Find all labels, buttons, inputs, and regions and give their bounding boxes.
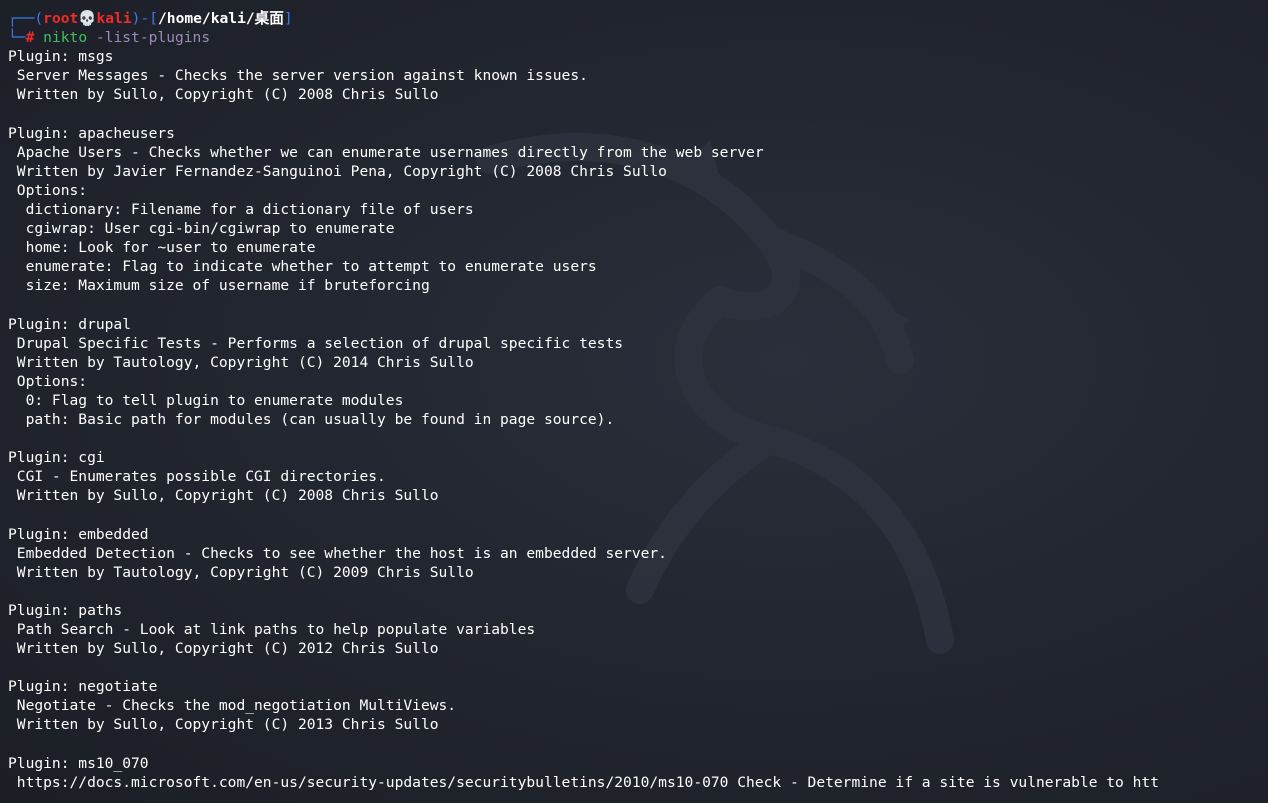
output-line: 0: Flag to tell plugin to enumerate modu…	[8, 391, 404, 409]
output-line: Plugin: msgs	[8, 48, 114, 66]
output-line: Written by Tautology, Copyright (C) 2009…	[8, 563, 474, 581]
output-line: dictionary: Filename for a dictionary fi…	[8, 200, 474, 218]
output-line: Options:	[8, 372, 88, 390]
output-line: Path Search - Look at link paths to help…	[8, 621, 536, 638]
output-line: enumerate: Flag to indicate whether to a…	[8, 258, 597, 276]
output-line: CGI - Enumerates possible CGI directorie…	[8, 468, 386, 486]
terminal-window[interactable]: ┌──(root💀kali)-[/home/kali/桌面] └─# nikto…	[0, 0, 1268, 803]
output-line: Written by Javier Fernandez-Sanguinoi Pe…	[8, 162, 667, 180]
output-line: cgiwrap: User cgi-bin/cgiwrap to enumera…	[8, 220, 395, 238]
output-line: home: Look for ~user to enumerate	[8, 239, 316, 257]
prompt-hash: #	[25, 29, 35, 47]
output-line: Negotiate - Checks the mod_negotiation M…	[8, 697, 457, 715]
output-line: Embedded Detection - Checks to see wheth…	[8, 544, 667, 562]
prompt-user: root	[43, 10, 79, 27]
output-line: Plugin: embedded	[8, 525, 149, 543]
output-line: path: Basic path for modules (can usuall…	[8, 410, 615, 428]
output-line: size: Maximum size of username if brutef…	[8, 277, 430, 295]
prompt-box-bottom: └─	[8, 29, 26, 47]
output-line: Plugin: apacheusers	[8, 124, 175, 142]
prompt-host: kali	[96, 10, 132, 27]
prompt-box-top: ┌──(	[8, 10, 44, 27]
prompt-close-bracket: ]	[283, 10, 293, 27]
output-line: Written by Tautology, Copyright (C) 2014…	[8, 353, 474, 371]
output-line: https://docs.microsoft.com/en-us/securit…	[8, 773, 1159, 791]
output-line: Written by Sullo, Copyright (C) 2008 Chr…	[8, 487, 439, 505]
skull-icon: 💀	[78, 10, 97, 27]
output-line: Written by Sullo, Copyright (C) 2012 Chr…	[8, 640, 439, 658]
prompt-line-2[interactable]: └─# nikto -list-plugins	[8, 28, 1268, 47]
terminal-output: ┌──(root💀kali)-[/home/kali/桌面] └─# nikto…	[8, 9, 1268, 792]
output-line: Written by Sullo, Copyright (C) 2008 Chr…	[8, 86, 439, 104]
output-line: Server Messages - Checks the server vers…	[8, 67, 588, 85]
plugin-list-output: Plugin: msgs Server Messages - Checks th…	[8, 47, 1268, 792]
output-line: Plugin: drupal	[8, 315, 132, 333]
command-option: -list-plugins	[95, 29, 211, 47]
output-line: Written by Sullo, Copyright (C) 2013 Chr…	[8, 716, 439, 734]
prompt-separator: )-[	[131, 10, 158, 27]
command-name: nikto	[43, 29, 88, 47]
output-line: Plugin: ms10_070	[8, 754, 149, 772]
output-line: Plugin: cgi	[8, 449, 105, 467]
output-line: Drupal Specific Tests - Performs a selec…	[8, 334, 624, 352]
prompt-line-1: ┌──(root💀kali)-[/home/kali/桌面]	[8, 9, 1268, 28]
output-line: Apache Users - Checks whether we can enu…	[8, 143, 764, 161]
prompt-path: /home/kali/桌面	[158, 10, 284, 27]
output-line: Plugin: paths	[8, 601, 123, 619]
output-line: Plugin: negotiate	[8, 678, 158, 696]
output-line: Options:	[8, 181, 88, 199]
